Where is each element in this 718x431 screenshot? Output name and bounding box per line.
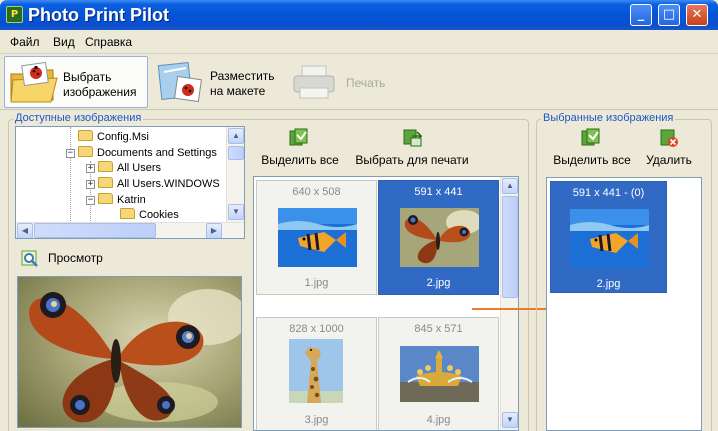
selected-images-title: Выбранные изображения (541, 112, 676, 124)
folder-icon (98, 193, 113, 204)
folder-icon (120, 208, 135, 219)
tree-item-all-users[interactable]: All Users (98, 161, 161, 176)
tree-collapse-icon[interactable]: − (66, 149, 75, 158)
tree-collapse-icon[interactable]: − (86, 196, 95, 205)
fish-thumbnail (278, 208, 357, 267)
scroll-right-icon[interactable]: ▶ (206, 223, 222, 238)
preview-label: Просмотр (48, 251, 103, 265)
scroll-up-icon[interactable]: ▲ (502, 178, 518, 194)
tree-vertical-scrollbar[interactable]: ▲ ▼ (226, 127, 244, 222)
image-filename: 4.jpg (426, 414, 451, 426)
folder-tree[interactable]: Config.Msi − Documents and Settings + Al… (15, 126, 245, 239)
tree-item-documents-and-settings[interactable]: Documents and Settings (78, 146, 217, 161)
delete-label: Удалить (646, 153, 692, 167)
scroll-thumb[interactable] (502, 196, 518, 298)
image-cell-1[interactable]: 640 x 508 1.jpg (256, 180, 377, 295)
selected-image-cell-1[interactable]: 591 x 441 - (0) 2.jpg (550, 181, 667, 293)
tree-item-label: All Users (117, 162, 162, 174)
menu-file[interactable]: Файл (10, 35, 40, 49)
folder-ladybug-icon (10, 62, 58, 103)
tree-item-label: All Users.WINDOWS (117, 178, 220, 190)
butterfly-photo (18, 277, 241, 427)
folder-icon (78, 146, 93, 157)
place-on-layout-label-2: на макете (210, 84, 266, 98)
select-all-available-label: Выделить все (261, 153, 339, 167)
maximize-button[interactable]: □ (658, 4, 680, 26)
select-for-print-label: Выбрать для печати (355, 153, 469, 167)
select-images-label-1: Выбрать (63, 70, 112, 84)
scroll-thumb[interactable] (34, 223, 156, 238)
select-images-button[interactable]: Выбрать изображения (4, 56, 148, 108)
menu-help[interactable]: Справка (85, 35, 132, 49)
app-icon: P (6, 6, 23, 23)
select-all-selected-label: Выделить все (553, 153, 631, 167)
print-button[interactable]: Печать (290, 56, 400, 108)
fountain-thumbnail (400, 346, 479, 402)
image-filename: 1.jpg (304, 277, 329, 289)
tree-item-katrin[interactable]: Katrin (98, 193, 146, 208)
image-dimensions: 845 x 571 (414, 323, 463, 335)
select-all-icon (289, 128, 308, 146)
selected-images-panel[interactable]: 591 x 441 - (0) 2.jpg (546, 177, 702, 431)
image-dimensions: 640 x 508 (292, 186, 341, 198)
minimize-button[interactable]: _ (630, 4, 652, 26)
tree-expand-icon[interactable]: + (86, 180, 95, 189)
scroll-thumb[interactable] (228, 146, 244, 160)
place-on-layout-button[interactable]: Разместить на макете (156, 56, 286, 108)
printer-icon (293, 65, 335, 99)
scroll-left-icon[interactable]: ◀ (17, 223, 33, 238)
place-on-layout-label-1: Разместить (210, 69, 275, 83)
image-cell-3[interactable]: 828 x 1000 3.jpg (256, 317, 377, 430)
tree-item-label: Config.Msi (97, 131, 149, 143)
select-all-icon (581, 128, 600, 146)
image-cell-2[interactable]: 591 x 441 2.jpg (378, 180, 499, 295)
tree-item-all-users-windows[interactable]: All Users.WINDOWS (98, 177, 220, 192)
image-dimensions: 591 x 441 (414, 186, 463, 198)
layout-photos-icon (157, 61, 202, 103)
scroll-down-icon[interactable]: ▼ (502, 412, 518, 428)
tree-item-cookies[interactable]: Cookies (120, 208, 179, 223)
window-title: Photo Print Pilot (28, 5, 169, 25)
image-cell-4[interactable]: 845 x 571 4.jpg (378, 317, 499, 430)
tree-item-config-msi[interactable]: Config.Msi (78, 130, 149, 145)
giraffe-thumbnail (289, 339, 343, 403)
select-all-selected-button[interactable]: Выделить все (548, 128, 636, 170)
menu-bar: Файл Вид Справка (0, 31, 718, 53)
magnifier-preview-icon (21, 250, 38, 267)
image-dimensions: 828 x 1000 (289, 323, 344, 335)
tree-item-label: Documents and Settings (97, 147, 217, 159)
select-for-print-button[interactable]: Выбрать для печати (348, 128, 476, 170)
tree-item-label: Cookies (139, 209, 179, 221)
select-all-available-button[interactable]: Выделить все (256, 128, 344, 170)
select-images-label-2: изображения (63, 85, 137, 99)
toolbar: Выбрать изображения Разместить на макете… (0, 53, 718, 110)
folder-icon (98, 177, 113, 188)
image-filename: 3.jpg (304, 414, 329, 426)
image-filename: 2.jpg (426, 277, 451, 289)
title-bar[interactable]: P Photo Print Pilot _ □ ✕ (0, 0, 718, 30)
select-for-print-icon (403, 129, 422, 147)
preview-image (17, 276, 242, 428)
butterfly-thumbnail (400, 208, 479, 267)
available-images-title: Доступные изображения (13, 112, 144, 124)
folder-icon (78, 130, 93, 141)
fish-thumbnail (570, 209, 649, 268)
delete-button[interactable]: Удалить (638, 128, 700, 170)
tree-item-label: Katrin (117, 194, 146, 206)
folder-icon (98, 161, 113, 172)
close-button[interactable]: ✕ (686, 4, 708, 26)
print-label: Печать (346, 76, 386, 90)
tree-horizontal-scrollbar[interactable]: ◀ ▶ (16, 222, 244, 238)
scroll-up-icon[interactable]: ▲ (228, 128, 244, 144)
image-dimensions: 591 x 441 - (0) (572, 187, 645, 199)
delete-icon (660, 129, 678, 147)
image-filename: 2.jpg (596, 278, 621, 290)
scroll-down-icon[interactable]: ▼ (228, 204, 244, 220)
menu-view[interactable]: Вид (53, 35, 75, 49)
tree-expand-icon[interactable]: + (86, 164, 95, 173)
